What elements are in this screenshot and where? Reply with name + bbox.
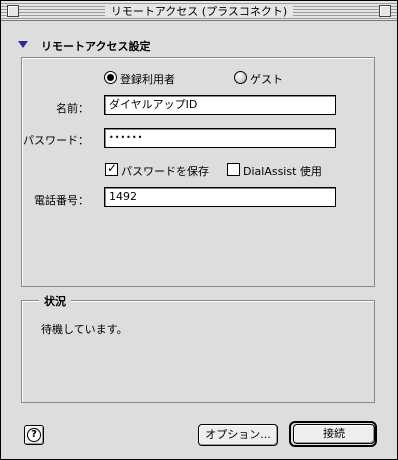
registered-user-label[interactable]: 登録利用者 [120,71,175,87]
phone-number-field[interactable]: 1492 [104,187,336,207]
guest-label[interactable]: ゲスト [250,71,283,87]
dialassist-checkbox[interactable] [227,163,240,176]
window-title: リモートアクセス (プラスコネクト) [1,3,397,19]
password-label: パスワード： [23,134,89,147]
registered-user-radio[interactable] [104,71,117,84]
password-field-value: •••••• [109,133,144,142]
checkmark-icon: ✓ [107,161,118,175]
help-icon: ? [27,428,41,442]
window-title-text: リモートアクセス (プラスコネクト) [104,5,294,18]
guest-radio[interactable] [234,71,247,84]
name-field-value: ダイヤルアップID [109,98,198,111]
save-password-label[interactable]: パスワードを保存 [121,163,209,179]
remote-access-window: リモートアクセス (プラスコネクト) リモートアクセス設定 登録利用者 ゲスト … [0,0,398,460]
name-field[interactable]: ダイヤルアップID [104,95,336,115]
phone-number-value: 1492 [109,190,137,203]
dialassist-label[interactable]: DialAssist 使用 [243,163,322,179]
status-message: 待機しています。 [41,323,128,336]
password-field[interactable]: •••••• [104,128,336,148]
status-group-box [21,300,375,403]
help-button[interactable]: ? [24,425,44,445]
name-label: 名前： [56,102,89,115]
phone-number-label: 電話番号： [34,194,89,207]
options-button[interactable]: オプション... [198,424,278,446]
disclosure-triangle-down-icon[interactable] [18,41,28,48]
title-bar[interactable]: リモートアクセス (プラスコネクト) [1,1,397,21]
zoom-box-icon[interactable] [379,5,391,17]
status-title: 状況 [39,293,71,309]
section-title: リモートアクセス設定 [41,40,151,53]
save-password-checkbox[interactable]: ✓ [105,161,118,176]
connect-button[interactable]: 接続 [293,424,375,444]
